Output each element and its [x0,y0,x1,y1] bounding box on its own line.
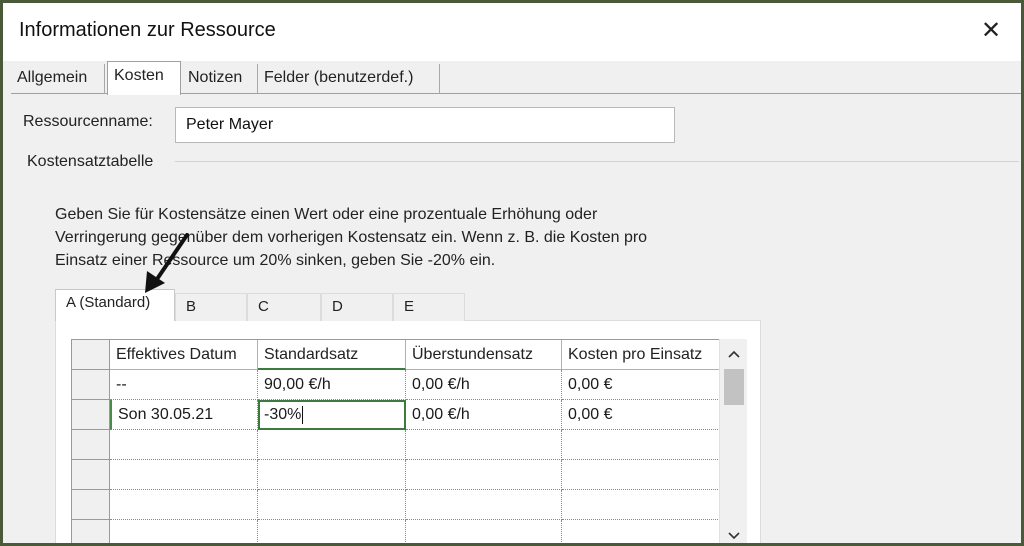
row-header[interactable] [72,430,110,460]
cell-overtime-rate[interactable] [406,490,562,520]
cell-overtime-rate[interactable]: 0,00 €/h [406,370,562,400]
column-header-standard-rate[interactable]: Standardsatz [258,340,406,370]
cell-cost-per-use[interactable] [562,520,719,543]
table-row [72,430,719,460]
table-row [72,490,719,520]
cell-overtime-rate[interactable] [406,430,562,460]
cell-effective-date[interactable] [110,430,258,460]
arrow-pointer-icon [145,233,189,293]
main-tabs: Allgemein Kosten Notizen Felder (benutze… [11,61,1021,95]
tab-kosten[interactable]: Kosten [107,61,181,95]
row-header[interactable] [72,400,110,430]
cost-rate-grid: Effektives Datum Standardsatz Überstunde… [71,339,719,543]
cell-effective-date[interactable] [110,490,258,520]
grid-corner[interactable] [72,340,110,370]
cell-edit-text: -30% [264,406,302,423]
title-bar: Informationen zur Ressource ✕ [3,3,1021,61]
column-header-cost-per-use[interactable]: Kosten pro Einsatz [562,340,719,370]
tab-felder[interactable]: Felder (benutzerdef.) [258,64,440,94]
dialog-body: Allgemein Kosten Notizen Felder (benutze… [3,61,1021,543]
cell-effective-date[interactable]: Son 30.05.21 [110,400,258,430]
cell-cost-per-use[interactable] [562,460,719,490]
cell-cost-per-use[interactable] [562,430,719,460]
cell-cost-per-use[interactable] [562,490,719,520]
grid-vertical-scrollbar[interactable] [719,339,748,543]
table-row [72,520,719,543]
column-header-effective-date[interactable]: Effektives Datum [110,340,258,370]
cell-cost-per-use[interactable]: 0,00 € [562,400,719,430]
cell-effective-date[interactable] [110,520,258,543]
grid-header-row: Effektives Datum Standardsatz Überstunde… [72,340,719,370]
scrollbar-thumb[interactable] [724,369,744,405]
cell-effective-date[interactable] [110,460,258,490]
row-header[interactable] [72,370,110,400]
cell-standard-rate[interactable]: 90,00 €/h [258,370,406,400]
cell-standard-rate-editing[interactable]: -30% [258,400,406,430]
table-row [72,460,719,490]
text-caret [302,405,304,424]
cost-table-group-label: Kostensatztabelle [27,153,154,170]
table-row: Son 30.05.21 -30% 0,00 €/h 0,00 € [72,400,719,430]
column-header-overtime-rate[interactable]: Überstundensatz [406,340,562,370]
tab-notizen[interactable]: Notizen [182,64,258,94]
resource-name-label: Ressourcenname: [23,113,153,130]
table-row: -- 90,00 €/h 0,00 €/h 0,00 € [72,370,719,400]
row-header[interactable] [72,490,110,520]
rate-tab-e[interactable]: E [393,293,465,321]
cell-standard-rate[interactable] [258,520,406,543]
cell-overtime-rate[interactable]: 0,00 €/h [406,400,562,430]
cell-standard-rate[interactable] [258,490,406,520]
cell-effective-date[interactable]: -- [110,370,258,400]
rate-tab-b[interactable]: B [175,293,247,321]
group-divider [175,161,1019,162]
row-header[interactable] [72,520,110,543]
cell-standard-rate[interactable] [258,430,406,460]
rate-tab-d[interactable]: D [321,293,393,321]
rate-tab-c[interactable]: C [247,293,321,321]
chevron-down-icon[interactable] [720,523,748,543]
instruction-line: Geben Sie für Kostensätze einen Wert ode… [55,206,598,223]
row-header[interactable] [72,460,110,490]
resource-name-input[interactable]: Peter Mayer [175,107,675,143]
cell-cost-per-use[interactable]: 0,00 € [562,370,719,400]
tab-allgemein[interactable]: Allgemein [11,64,105,94]
dialog-window: Informationen zur Ressource ✕ Allgemein … [0,0,1024,546]
close-icon[interactable]: ✕ [971,13,1011,49]
cell-standard-rate[interactable] [258,460,406,490]
cell-overtime-rate[interactable] [406,520,562,543]
chevron-up-icon[interactable] [720,339,748,367]
dialog-title: Informationen zur Ressource [19,19,276,41]
cell-overtime-rate[interactable] [406,460,562,490]
